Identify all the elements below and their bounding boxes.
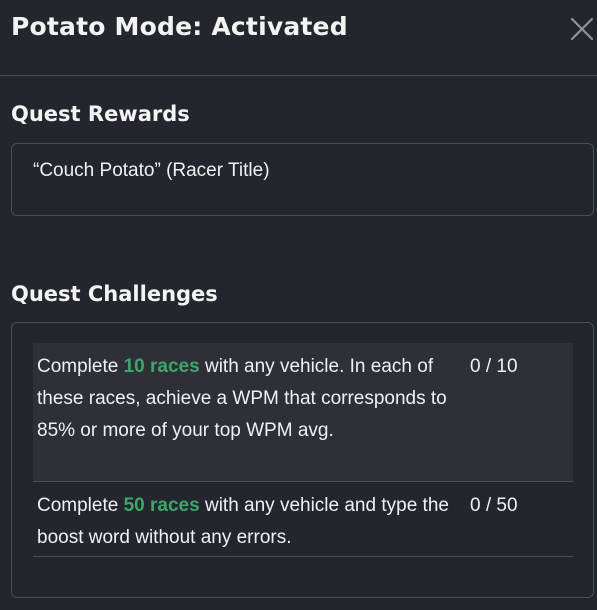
challenge-text-before: Complete — [37, 356, 124, 377]
challenge-text-before: Complete — [37, 495, 124, 516]
challenge-progress: 0 / 10 — [470, 356, 518, 377]
challenge-progress: 0 / 50 — [470, 495, 518, 516]
challenge-description: Complete 10 races with any vehicle. In e… — [37, 351, 467, 447]
rewards-panel: “Couch Potato” (Racer Title) — [11, 143, 594, 216]
challenge-highlight: 50 races — [123, 495, 200, 516]
challenges-heading: Quest Challenges — [11, 282, 218, 306]
challenge-highlight: 10 races — [123, 356, 200, 377]
rewards-heading: Quest Rewards — [11, 102, 190, 126]
reward-item: “Couch Potato” (Racer Title) — [33, 160, 270, 181]
close-icon[interactable] — [568, 15, 596, 43]
close-button[interactable] — [568, 15, 596, 43]
modal-header: Potato Mode: Activated — [0, 0, 597, 76]
challenge-row: Complete 50 races with any vehicle and t… — [33, 482, 573, 557]
challenges-panel: Complete 10 races with any vehicle. In e… — [11, 322, 594, 598]
challenge-description: Complete 50 races with any vehicle and t… — [37, 490, 467, 554]
challenge-row: Complete 10 races with any vehicle. In e… — [33, 343, 573, 482]
modal-title: Potato Mode: Activated — [11, 12, 348, 41]
